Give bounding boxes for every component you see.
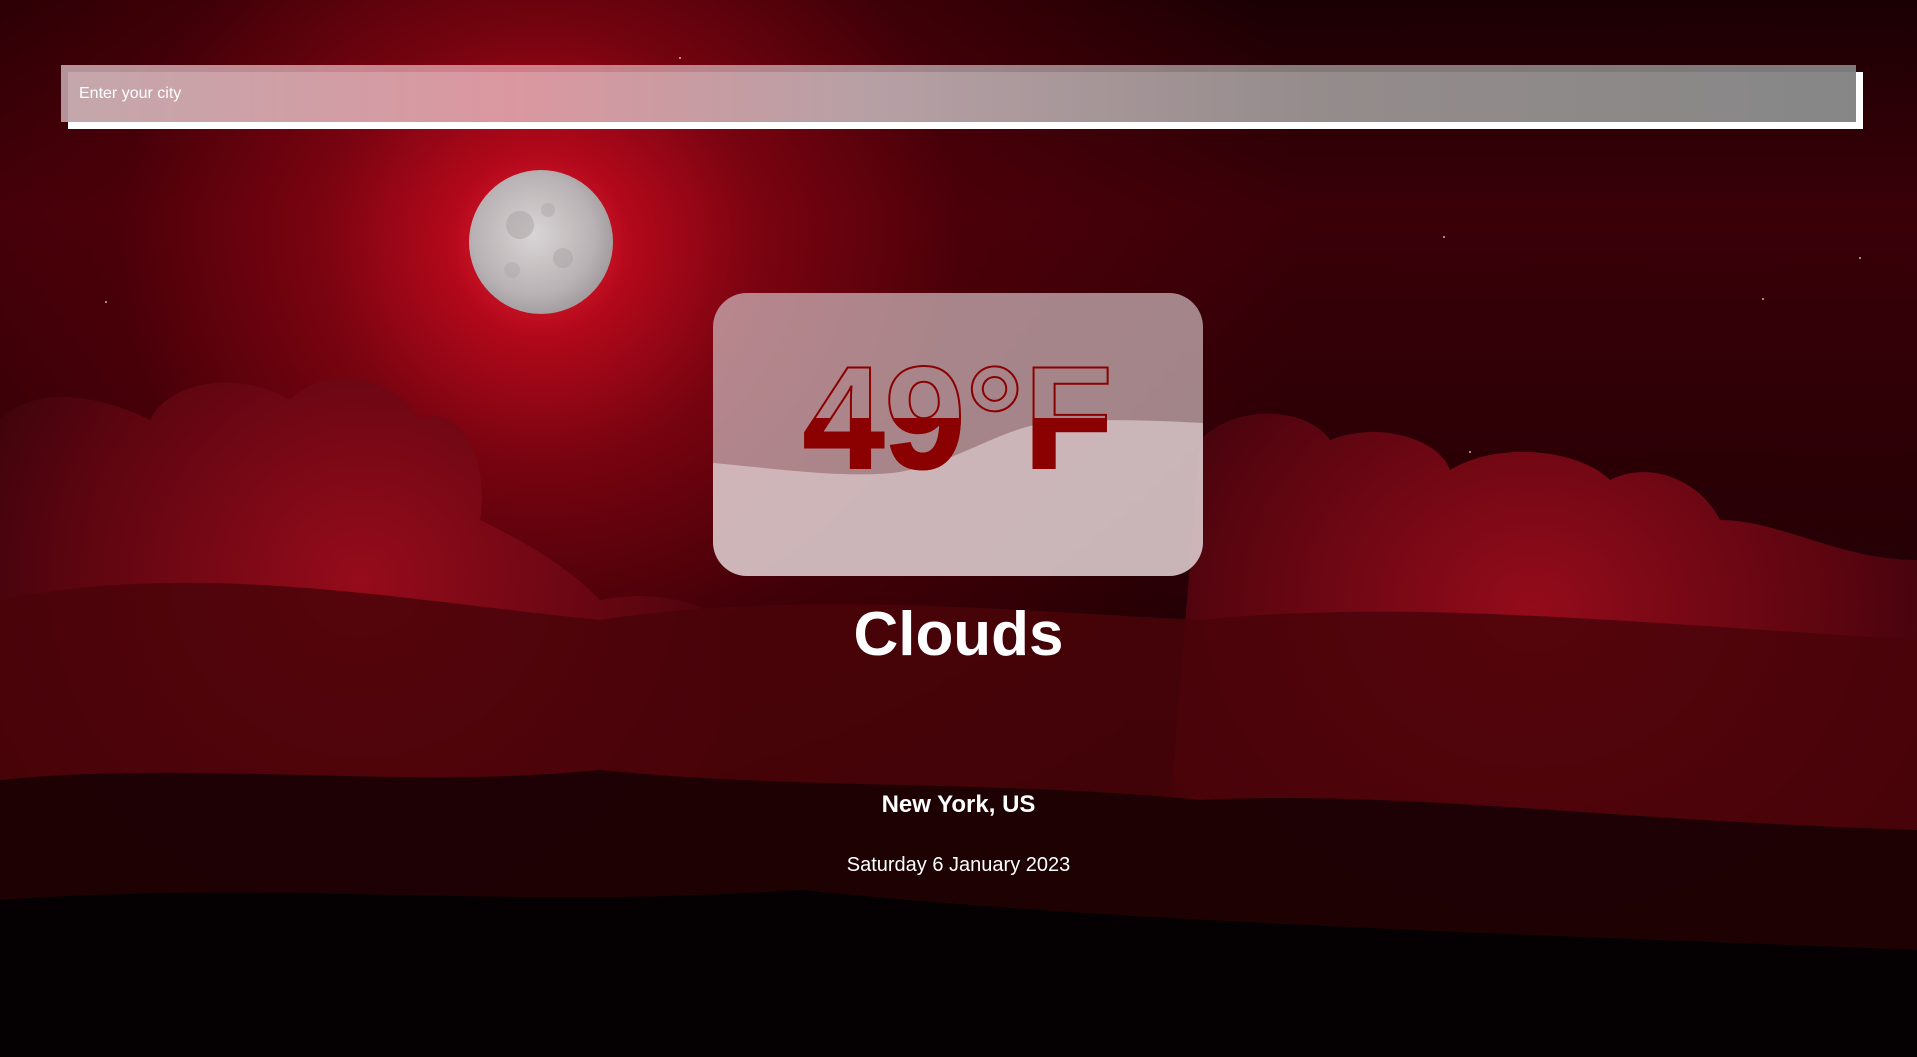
temperature-value: 49°F (713, 344, 1203, 492)
search-box (61, 65, 1863, 129)
temperature-card: 49°F (713, 293, 1203, 576)
date-label: Saturday 6 January 2023 (846, 854, 1071, 876)
city-search-input[interactable] (61, 65, 1856, 122)
location-label: New York, US (881, 791, 1036, 818)
moon-icon (469, 170, 613, 314)
weather-condition: Clouds (853, 600, 1064, 669)
weather-app: 49°F Clouds New York, US Saturday 6 Janu… (0, 0, 1917, 1057)
